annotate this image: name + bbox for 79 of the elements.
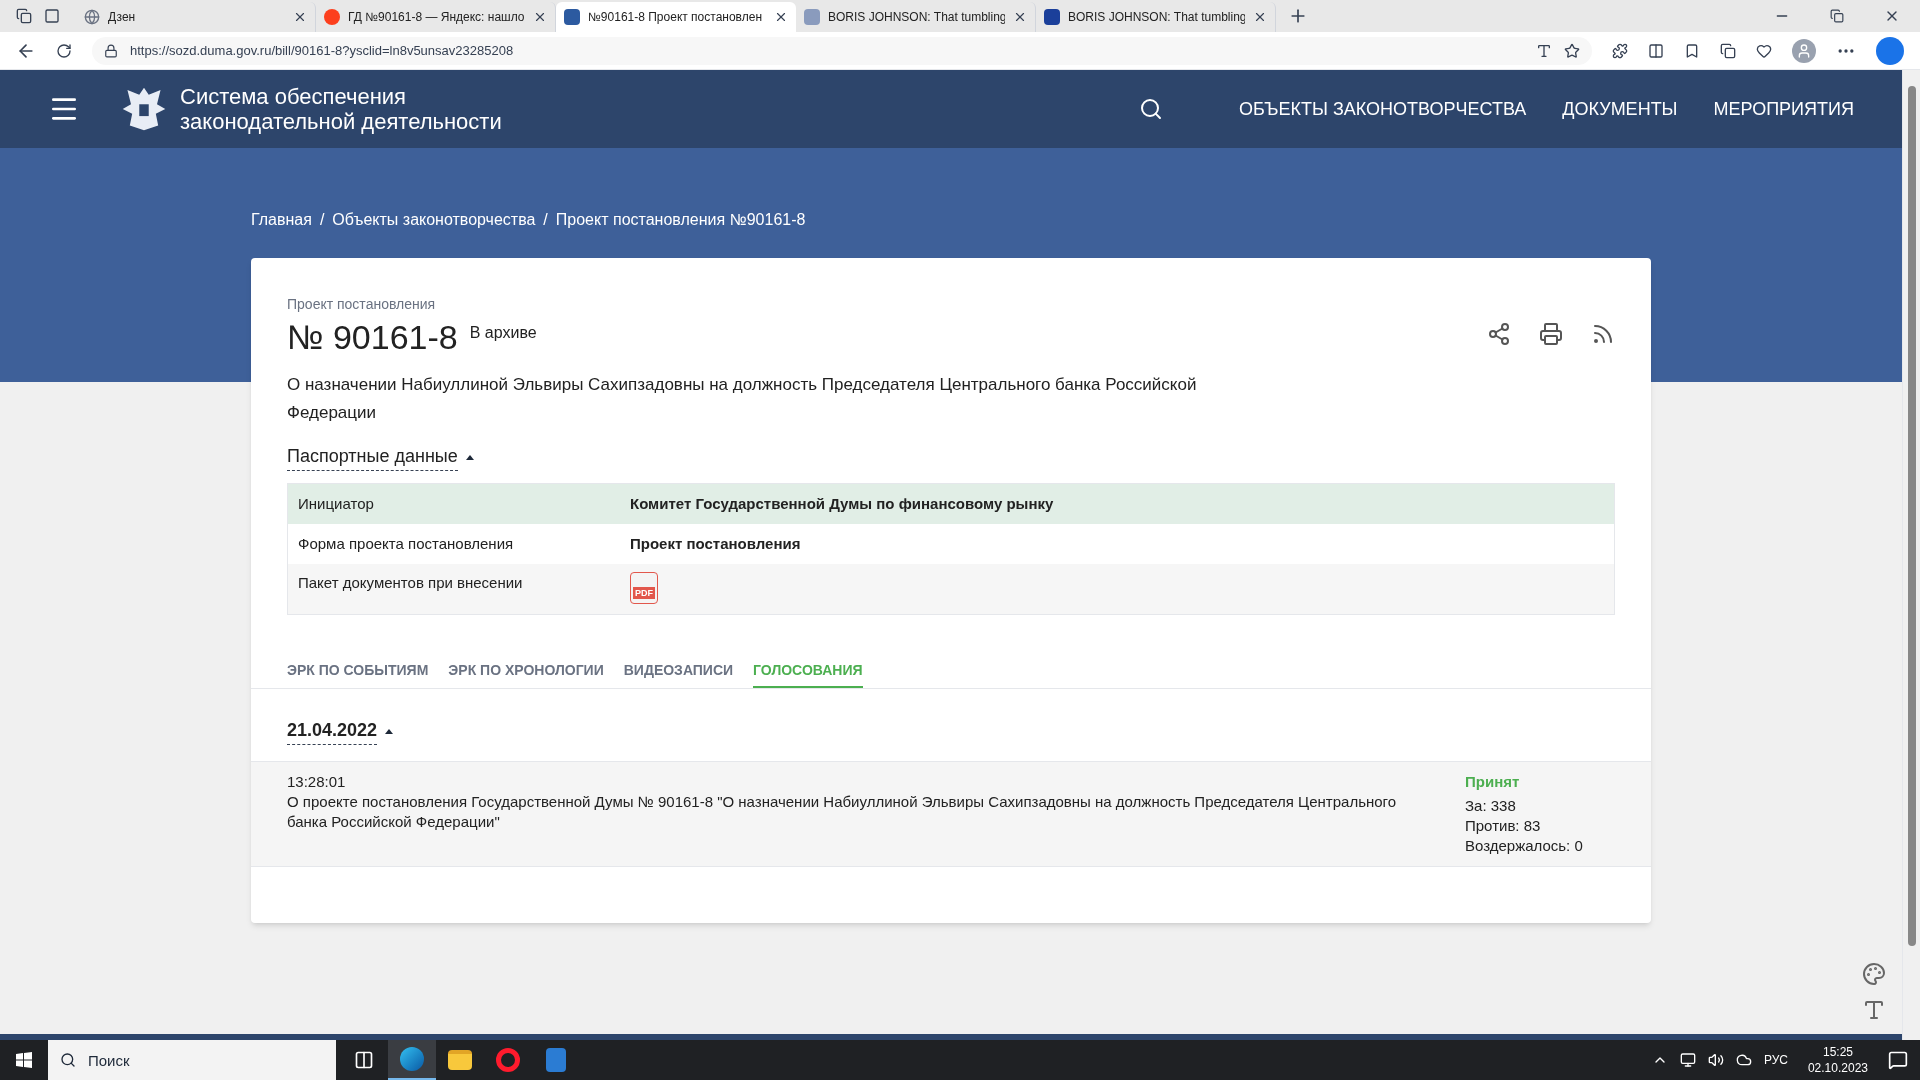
document-icon xyxy=(546,1048,566,1072)
row-value: Проект постановления xyxy=(630,533,801,554)
breadcrumb-separator: / xyxy=(319,210,325,230)
browser-icon xyxy=(400,1047,424,1071)
document-type-label: Проект постановления xyxy=(287,295,437,314)
bill-title: О назначении Набиуллиной Эльвиры Сахипзадовны на должность Председателя Центрального банка Российской Федерации xyxy=(287,374,1198,424)
rss-icon[interactable] xyxy=(1591,322,1615,346)
favicon-icon xyxy=(804,9,820,25)
passport-toggle[interactable]: Паспортные данные xyxy=(287,443,474,471)
tab-actions-icon[interactable] xyxy=(44,8,60,24)
volume-icon[interactable] xyxy=(1707,1052,1724,1068)
display-icon[interactable] xyxy=(1679,1052,1696,1068)
close-icon[interactable] xyxy=(1013,10,1027,24)
vote-description: О проекте постановления Государственной Думы № 90161-8 "О назначении Набиуллиной Эльвиры Сахипзадовны на должность Председателя Центрального банка Российской Федерации" xyxy=(287,792,1398,832)
pdf-file-icon[interactable]: PDF xyxy=(630,572,658,604)
status-label: В архиве xyxy=(469,323,537,343)
vote-count: Воздержалось: 0 xyxy=(1465,836,1584,856)
date-toggle[interactable]: 21.04.2022 xyxy=(287,717,394,745)
opera-icon xyxy=(496,1048,520,1072)
task-view-icon xyxy=(354,1050,374,1070)
breadcrumb-link[interactable]: Проект постановления №90161-8 xyxy=(555,208,806,232)
reload-icon[interactable] xyxy=(56,42,72,59)
site-title: Система обеспечения xyxy=(180,84,407,109)
vote-count: За: 338 xyxy=(1465,796,1517,816)
row-value: Комитет Государственной Думы по финансовому рынку xyxy=(630,493,1054,514)
folder-icon xyxy=(448,1050,472,1070)
taskbar-search-field[interactable]: Поиск xyxy=(48,1040,336,1080)
favorite-star-icon[interactable] xyxy=(1564,42,1580,59)
tab-title: ГД №90161-8 — Яндекс: нашло xyxy=(348,9,525,26)
row-label: Пакет документов при внесении xyxy=(298,573,524,593)
vote-result: Принят xyxy=(1465,772,1521,792)
row-label: Форма проекта постановления xyxy=(298,533,515,554)
start-icon[interactable] xyxy=(16,1052,32,1068)
clock[interactable]: 15:25 02.10.2023 xyxy=(1807,1044,1868,1076)
split-screen-icon[interactable] xyxy=(1648,42,1664,59)
lock-icon xyxy=(104,43,118,58)
print-icon[interactable] xyxy=(1539,322,1563,346)
breadcrumb-link[interactable]: Главная xyxy=(251,208,312,232)
favicon-icon xyxy=(564,9,580,25)
search-icon[interactable] xyxy=(1139,97,1164,121)
extensions-icon[interactable] xyxy=(1612,42,1628,59)
favicon-icon xyxy=(324,9,340,25)
url-text: https://sozd.duma.gov.ru/bill/90161-8?ysclid=ln8v5unsav23285208 xyxy=(130,41,515,60)
close-icon[interactable] xyxy=(533,10,547,24)
nav-link[interactable]: ДОКУМЕНТЫ xyxy=(1562,95,1678,123)
nav-link[interactable]: МЕРОПРИЯТИЯ xyxy=(1713,95,1854,123)
close-icon[interactable] xyxy=(774,10,788,24)
font-size-icon[interactable] xyxy=(1862,998,1886,1022)
tab-title: BORIS JOHNSON: That tumbling xyxy=(1068,9,1245,26)
close-icon[interactable] xyxy=(1253,10,1267,24)
copilot-icon[interactable] xyxy=(1876,36,1904,65)
breadcrumb-separator: / xyxy=(543,210,548,230)
profile-avatar[interactable] xyxy=(1792,38,1816,63)
favorites-icon[interactable] xyxy=(1684,42,1700,59)
favicon-icon xyxy=(1044,9,1060,25)
notifications-icon[interactable] xyxy=(1888,1050,1908,1070)
tab-title: Дзен xyxy=(108,9,137,26)
vote-time: 13:28:01 xyxy=(287,772,347,792)
tab[interactable]: ВИДЕОЗАПИСИ xyxy=(623,655,734,688)
globe-icon xyxy=(84,9,100,25)
cloud-icon[interactable] xyxy=(1735,1052,1752,1068)
tab-title: BORIS JOHNSON: That tumbling xyxy=(828,9,1005,26)
bill-number: № 90161-8 xyxy=(287,317,458,358)
restore-icon[interactable] xyxy=(1830,9,1844,23)
share-icon[interactable] xyxy=(1487,322,1511,346)
vote-count: Против: 83 xyxy=(1465,816,1542,836)
nav-link[interactable]: ОБЪЕКТЫ ЗАКОНОТВОРЧЕСТВА xyxy=(1239,95,1527,123)
search-icon xyxy=(60,1052,76,1068)
tab-title: №90161-8 Проект постановлен xyxy=(588,9,764,26)
close-icon[interactable] xyxy=(293,10,307,24)
tab[interactable]: ЭРК ПО ХРОНОЛОГИИ xyxy=(448,655,604,688)
palette-icon[interactable] xyxy=(1862,962,1886,986)
address-bar[interactable]: https://sozd.duma.gov.ru/bill/90161-8?ysclid=ln8v5unsav23285208 xyxy=(92,36,1592,65)
language-indicator[interactable]: РУС xyxy=(1763,1051,1788,1069)
browser-tab[interactable]: №90161-8 Проект постановлен xyxy=(556,2,796,32)
tab[interactable]: ЭРК ПО СОБЫТИЯМ xyxy=(287,655,429,688)
row-label: Инициатор xyxy=(298,493,375,514)
breadcrumb-link[interactable]: Объекты законотворчества xyxy=(332,208,536,232)
site-title: законодательной деятельности xyxy=(180,109,502,134)
